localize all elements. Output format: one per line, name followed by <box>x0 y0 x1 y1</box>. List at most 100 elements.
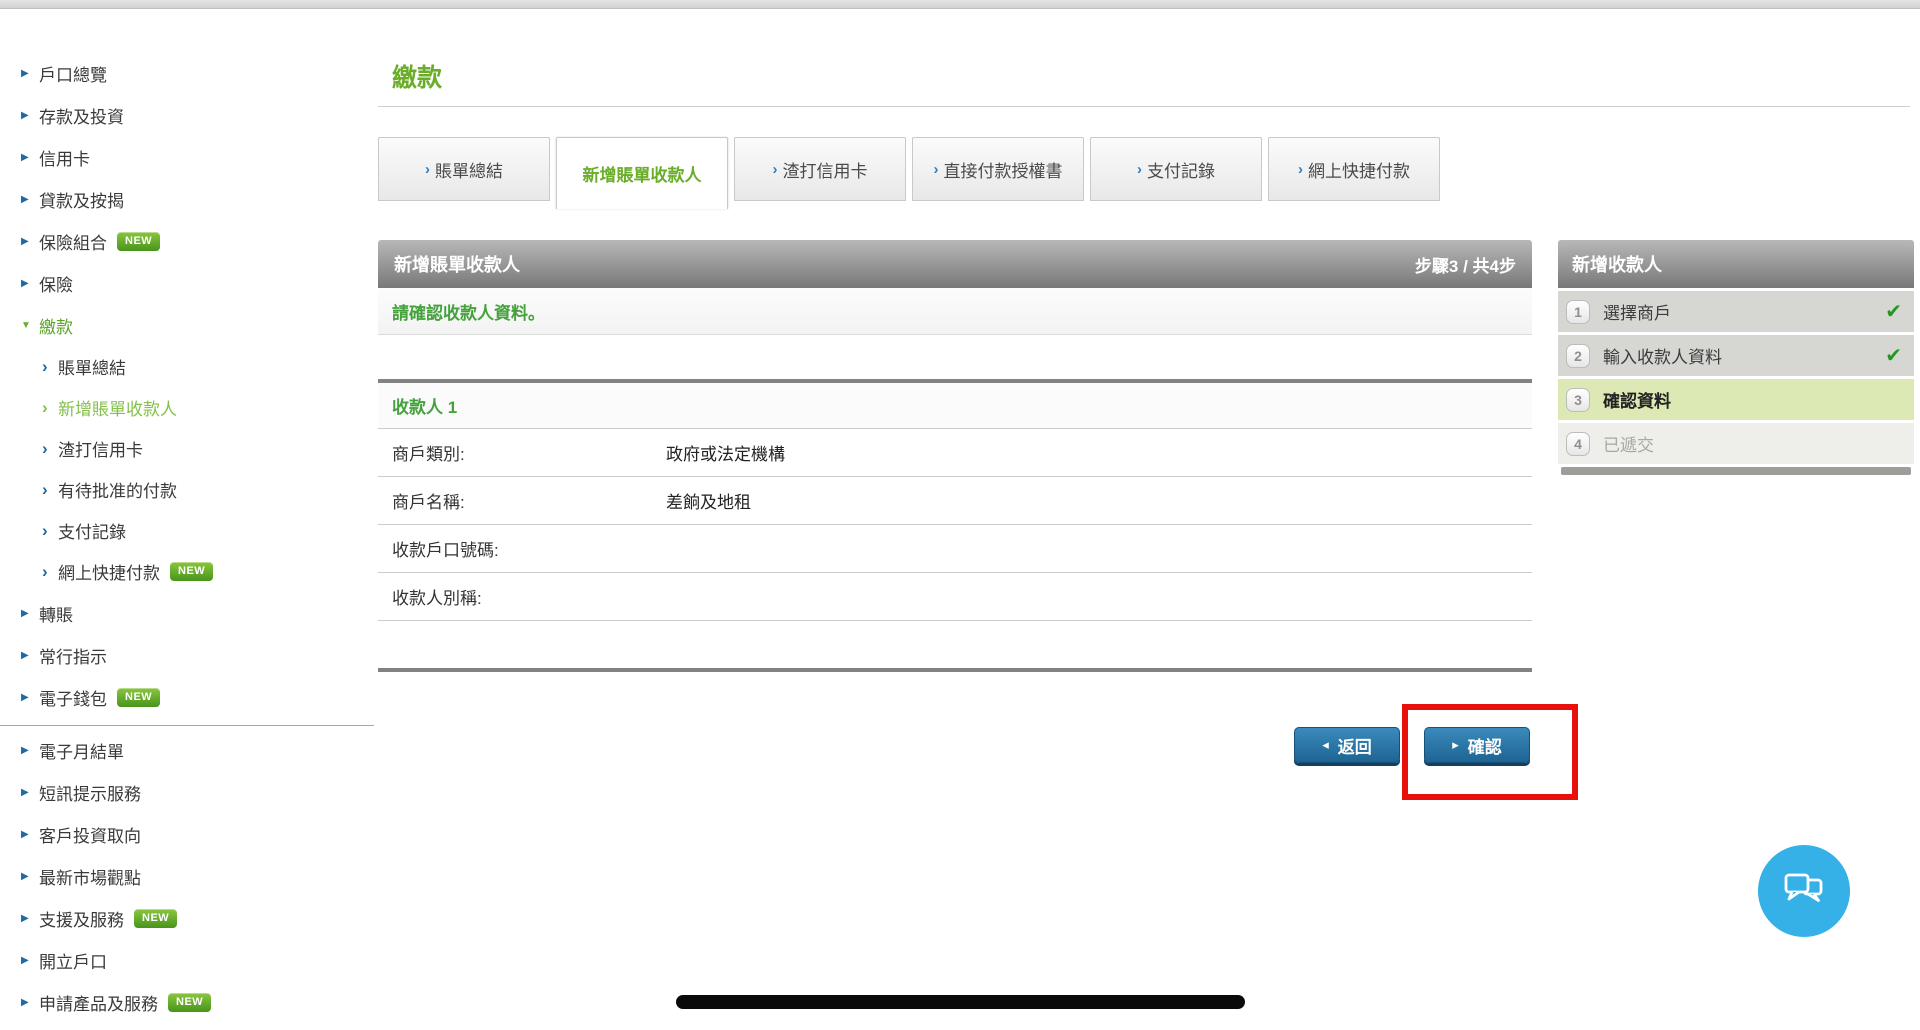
title-divider <box>378 106 1910 107</box>
checkmark-icon: ✔ <box>1885 299 1902 324</box>
sidebar-item-label: 申請產品及服務 <box>39 990 158 1015</box>
sidebar-item-label: 電子錢包 <box>39 685 107 710</box>
online-banking-screen: ▶戶口總覽▶存款及投資▶信用卡▶貸款及按揭▶保險組合NEW▶保險▼繳款›賬單總結… <box>0 0 1920 1030</box>
redaction-bar <box>676 995 1245 1009</box>
new-badge: NEW <box>168 993 211 1012</box>
sidebar-subitem-label: 有待批准的付款 <box>58 477 177 502</box>
wizard-step: 3 確認資料 <box>1558 379 1914 420</box>
checkmark-icon: ✔ <box>1885 343 1902 368</box>
sidebar-item[interactable]: ▶存款及投資 <box>0 94 374 136</box>
chevron-right-icon: › <box>934 161 939 178</box>
tab-item[interactable]: › 賬單總結 <box>378 137 550 201</box>
tab-item[interactable]: ›渣打信用卡 <box>734 137 906 201</box>
arrow-left-icon: ◂ <box>1322 737 1329 753</box>
sidebar-subitem[interactable]: ›網上快捷付款NEW <box>0 551 374 592</box>
wizard-step: 4 已遞交 <box>1558 423 1914 464</box>
chat-button[interactable] <box>1758 845 1850 937</box>
back-button-label: 返回 <box>1338 733 1372 758</box>
sidebar-subitem[interactable]: ›賬單總結 <box>0 346 374 387</box>
sidebar-item[interactable]: ▶保險組合NEW <box>0 220 374 262</box>
sidebar-subitem-label: 新增賬單收款人 <box>58 395 177 420</box>
triangle-right-icon: ▶ <box>21 152 39 163</box>
annotation-highlight-box <box>1402 704 1578 800</box>
table-row: 收款戶口號碼: <box>378 525 1532 573</box>
browser-chrome-strip <box>0 0 1920 9</box>
sidebar-item[interactable]: ▶常行指示 <box>0 634 374 676</box>
new-badge: NEW <box>117 232 160 251</box>
sidebar-item[interactable]: ▶轉賬 <box>0 592 374 634</box>
tab-active[interactable]: ›新增賬單收款人 <box>556 137 728 209</box>
chevron-right-icon: › <box>425 161 430 178</box>
sidebar-item[interactable]: ▶貸款及按揭 <box>0 178 374 220</box>
sidebar-item-label: 信用卡 <box>39 145 90 170</box>
sidebar-item[interactable]: ▶申請產品及服務NEW <box>0 981 374 1023</box>
chevron-right-icon: › <box>42 358 58 375</box>
wizard-step-label: 確認資料 <box>1603 387 1902 412</box>
sidebar-item[interactable]: ▶支援及服務NEW <box>0 897 374 939</box>
sidebar-item-label: 貸款及按揭 <box>39 187 124 212</box>
wizard-step-label: 選擇商戶 <box>1603 299 1885 324</box>
field-label: 收款戶口號碼: <box>378 536 666 561</box>
chevron-right-icon: › <box>42 522 58 539</box>
tab-item[interactable]: ›網上快捷付款 <box>1268 137 1440 201</box>
sidebar-subitem[interactable]: ›渣打信用卡 <box>0 428 374 469</box>
step-number-badge: 2 <box>1566 344 1590 368</box>
triangle-right-icon: ▶ <box>21 194 39 205</box>
sidebar-subitem[interactable]: ›新增賬單收款人 <box>0 387 374 428</box>
wizard-title: 新增收款人 <box>1558 240 1914 288</box>
sidebar-item[interactable]: ▶保險 <box>0 262 374 304</box>
sidebar-subitem[interactable]: ›有待批准的付款 <box>0 469 374 510</box>
tab-item[interactable]: ›支付記錄 <box>1090 137 1262 201</box>
step-number-badge: 4 <box>1566 432 1590 456</box>
sidebar-item[interactable]: ▶客戶投資取向 <box>0 813 374 855</box>
step-number-badge: 3 <box>1566 388 1590 412</box>
page-title: 繳款 <box>392 58 442 94</box>
sidebar-subitem[interactable]: ›支付記錄 <box>0 510 374 551</box>
sidebar-item[interactable]: ▶開立戶口 <box>0 939 374 981</box>
sidebar-item[interactable]: ▶短訊提示服務 <box>0 771 374 813</box>
sidebar-item-label: 存款及投資 <box>39 103 124 128</box>
chat-bubbles-icon <box>1780 867 1828 915</box>
field-label: 收款人別稱: <box>378 584 666 609</box>
sidebar-item[interactable]: ▼繳款 <box>0 304 374 346</box>
tab-label: 賬單總結 <box>435 157 503 182</box>
back-button[interactable]: ◂ 返回 <box>1294 727 1400 763</box>
wizard-step-label: 已遞交 <box>1603 431 1902 456</box>
sidebar-item[interactable]: ▶電子錢包NEW <box>0 676 374 718</box>
section-divider <box>378 668 1532 672</box>
chevron-right-icon: › <box>42 399 58 416</box>
tab-label: 支付記錄 <box>1147 157 1215 182</box>
step-number-badge: 1 <box>1566 300 1590 324</box>
tab-item[interactable]: ›直接付款授權書 <box>912 137 1084 201</box>
sidebar-item[interactable]: ▶戶口總覽 <box>0 52 374 94</box>
triangle-right-icon: ▶ <box>21 745 39 756</box>
wizard-panel: 新增收款人 1 選擇商戶✔ 2 輸入收款人資料✔ 3 確認資料 4 已遞交 <box>1558 240 1914 475</box>
triangle-right-icon: ▶ <box>21 278 39 289</box>
sidebar-nav: ▶戶口總覽▶存款及投資▶信用卡▶貸款及按揭▶保險組合NEW▶保險▼繳款›賬單總結… <box>0 52 374 1023</box>
chevron-right-icon: › <box>773 161 778 178</box>
field-label: 商戶類別: <box>378 440 666 465</box>
sidebar-item-label: 繳款 <box>39 313 73 338</box>
triangle-right-icon: ▶ <box>21 955 39 966</box>
sidebar-item[interactable]: ▶信用卡 <box>0 136 374 178</box>
new-badge: NEW <box>117 688 160 707</box>
triangle-right-icon: ▶ <box>21 236 39 247</box>
sidebar-item-label: 常行指示 <box>39 643 107 668</box>
payee-section-title: 收款人 1 <box>378 383 1532 429</box>
sidebar-item-label: 戶口總覽 <box>39 61 107 86</box>
tab-strip: ›賬單總結›新增賬單收款人›渣打信用卡›直接付款授權書›支付記錄›網上快捷付款 <box>378 137 1446 209</box>
wizard-step: 1 選擇商戶✔ <box>1558 291 1914 332</box>
new-badge: NEW <box>134 909 177 928</box>
sidebar-item-label: 客戶投資取向 <box>39 822 141 847</box>
triangle-right-icon: ▶ <box>21 787 39 798</box>
new-badge: NEW <box>170 562 213 581</box>
wizard-step-label: 輸入收款人資料 <box>1603 343 1885 368</box>
sidebar-item[interactable]: ▶電子月結單 <box>0 729 374 771</box>
sidebar-divider <box>0 725 374 726</box>
sidebar-subitem-label: 渣打信用卡 <box>58 436 143 461</box>
triangle-down-icon: ▼ <box>21 320 39 331</box>
sidebar-item-label: 短訊提示服務 <box>39 780 141 805</box>
sidebar-item[interactable]: ▶最新市場觀點 <box>0 855 374 897</box>
triangle-right-icon: ▶ <box>21 608 39 619</box>
table-row: 收款人別稱: <box>378 573 1532 621</box>
